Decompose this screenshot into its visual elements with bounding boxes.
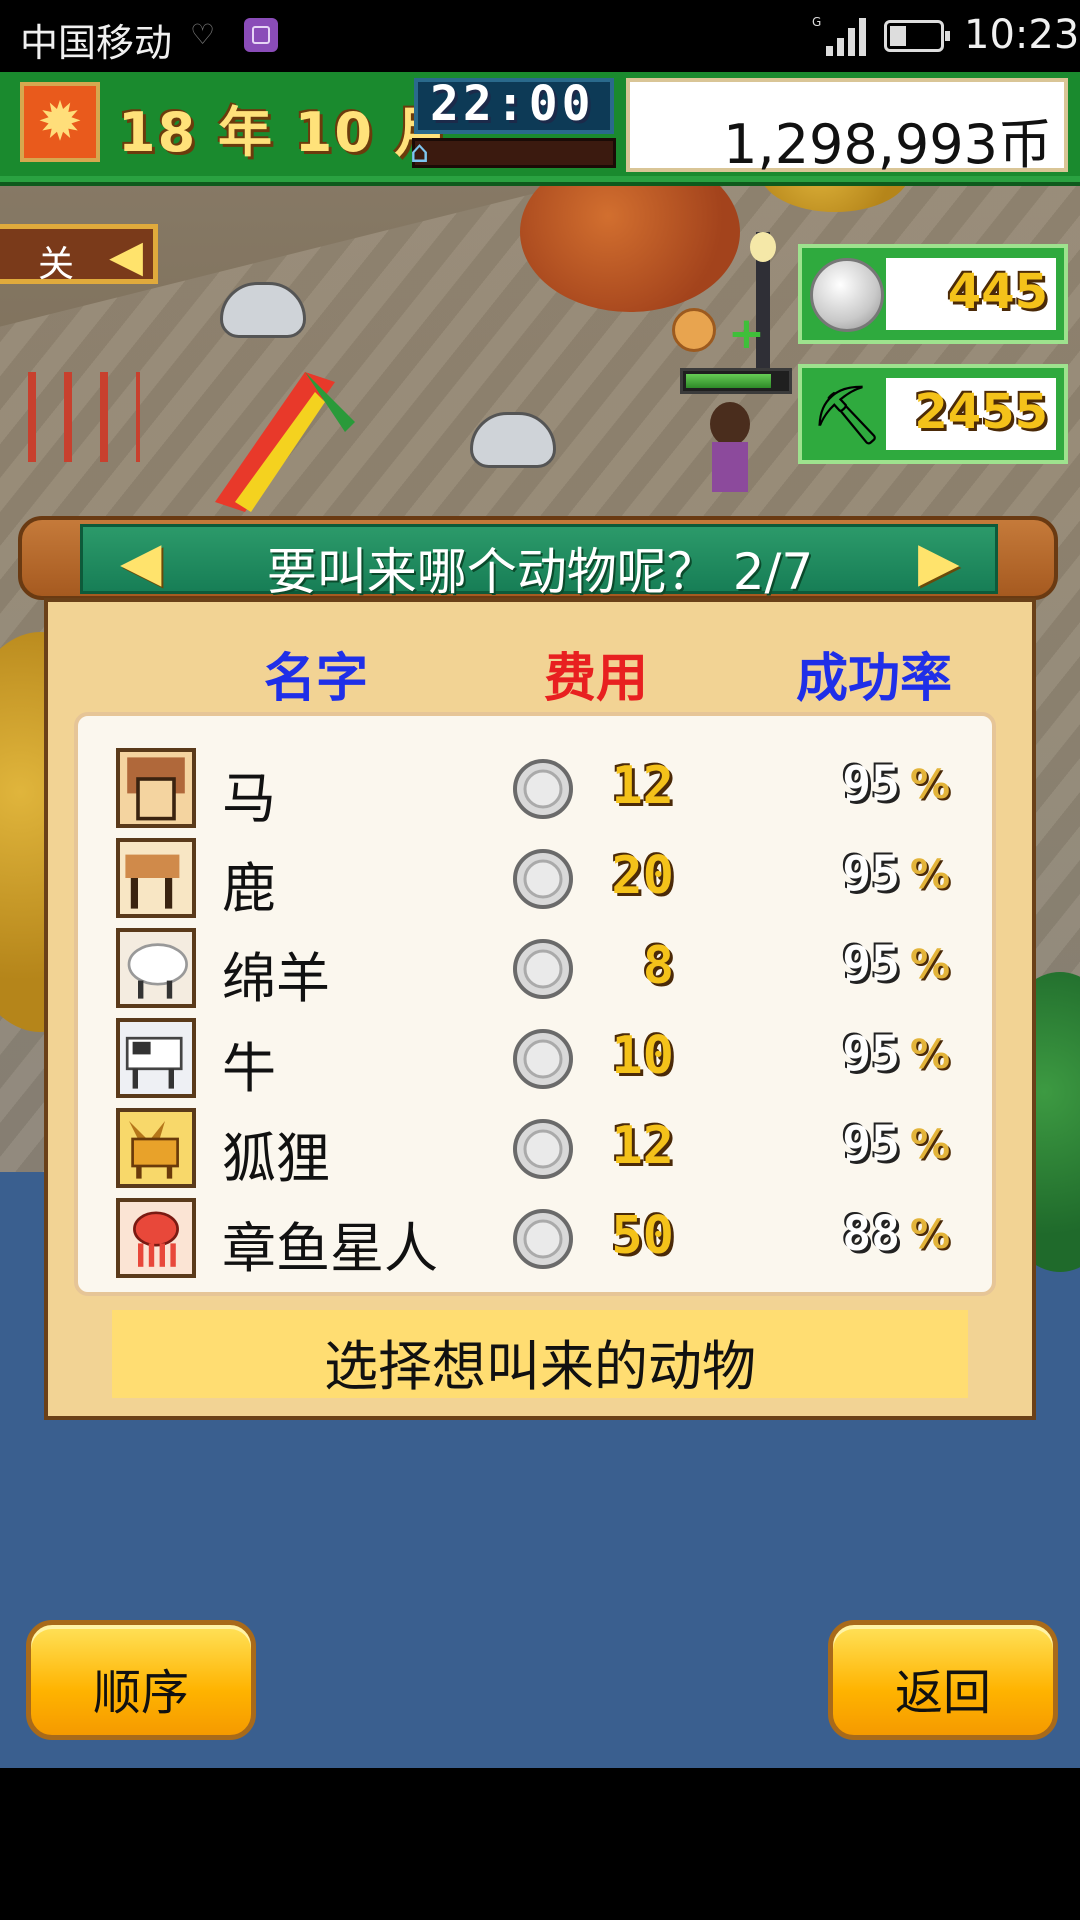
coin-icon — [513, 759, 573, 819]
carrier-name: 中国移动 — [20, 21, 173, 65]
spring-rider — [470, 412, 556, 468]
visitor-character[interactable] — [700, 402, 760, 502]
percent-sign: % — [910, 1212, 951, 1258]
toggle-panel-tab[interactable]: 关 ◀ — [0, 224, 158, 285]
back-button[interactable]: 返回 — [828, 1620, 1058, 1740]
column-header-name: 名字 — [264, 649, 369, 709]
success-rate: 95 — [842, 756, 900, 812]
list-item[interactable]: 章鱼星人 50 88 % — [0, 1198, 1080, 1280]
navigation-bar — [0, 1768, 1080, 1920]
status-time: 10:23 — [964, 12, 1080, 58]
percent-sign: % — [910, 762, 951, 808]
animal-cost: 12 — [611, 756, 674, 816]
deer-icon — [116, 838, 196, 918]
playground-slide — [215, 372, 355, 512]
list-item[interactable]: 狐狸 12 95 % — [0, 1108, 1080, 1190]
animal-name: 章鱼星人 — [222, 1217, 438, 1280]
column-header-cost: 费用 — [544, 649, 649, 709]
animal-name: 牛 — [222, 1037, 276, 1100]
list-item[interactable]: 绵羊 8 95 % — [0, 928, 1080, 1010]
animal-cost: 12 — [611, 1116, 674, 1176]
list-item[interactable]: 牛 10 95 % — [0, 1018, 1080, 1100]
octopus-alien-icon — [116, 1198, 196, 1278]
plus-icon: + — [728, 308, 765, 359]
heart-rate-icon: ♡ — [190, 18, 216, 51]
pickaxe-icon: ⛏ — [810, 381, 884, 449]
percent-sign: % — [910, 1122, 951, 1168]
coin-resource[interactable]: 445 — [798, 244, 1068, 344]
order-button-label: 顺序 — [92, 1665, 189, 1721]
arrow-left-icon: ◀ — [109, 231, 143, 282]
percent-sign: % — [910, 852, 951, 898]
success-rate: 95 — [842, 1116, 900, 1172]
hint-text: 选择想叫来的动物 — [324, 1335, 756, 1398]
animal-cost: 8 — [642, 936, 674, 996]
animal-name: 狐狸 — [222, 1127, 330, 1190]
cow-icon — [116, 1018, 196, 1098]
order-button[interactable]: 顺序 — [26, 1620, 256, 1740]
animal-name: 马 — [222, 767, 276, 830]
coin-icon — [513, 1209, 573, 1269]
signal-icon: G — [812, 15, 866, 56]
success-rate: 95 — [842, 1026, 900, 1082]
money-amount: 1,298,993币 — [723, 113, 1052, 176]
success-rate: 95 — [842, 846, 900, 902]
maple-leaf-icon: ✹ — [20, 82, 100, 162]
toggle-label: 关 — [38, 244, 75, 285]
animal-cost: 10 — [611, 1026, 674, 1086]
spring-rider — [220, 282, 306, 338]
happy-face-icon — [672, 308, 716, 352]
sheep-icon — [116, 928, 196, 1008]
coin-icon — [513, 849, 573, 909]
house-icon: ⌂ — [410, 135, 430, 170]
street-lamp — [750, 232, 776, 382]
animal-cost: 50 — [611, 1206, 674, 1266]
horse-icon — [116, 748, 196, 828]
fox-icon — [116, 1108, 196, 1188]
column-header-rate: 成功率 — [796, 649, 953, 709]
status-bar: 中国移动 ♡ G 10:23 — [0, 0, 1080, 72]
coin-icon — [513, 1029, 573, 1089]
list-item[interactable]: 马 12 95 % — [0, 748, 1080, 830]
coin-icon — [810, 258, 884, 332]
animal-name: 绵羊 — [222, 947, 330, 1010]
game-date: 18 年 10 月 — [118, 101, 451, 164]
material-count: 2455 — [914, 384, 1048, 440]
percent-sign: % — [910, 1032, 951, 1078]
coin-icon — [513, 939, 573, 999]
gallery-icon — [244, 18, 278, 52]
success-rate: 95 — [842, 936, 900, 992]
coin-count: 445 — [947, 264, 1048, 320]
coin-icon — [513, 1119, 573, 1179]
network-type: G — [812, 15, 821, 29]
percent-sign: % — [910, 942, 951, 988]
success-rate: 88 — [842, 1206, 900, 1262]
back-button-label: 返回 — [894, 1665, 991, 1721]
dialog-title: 要叫来哪个动物呢？ 2/7 — [266, 543, 814, 601]
game-clock: 22:00 — [430, 76, 595, 132]
fence — [0, 372, 140, 462]
battery-icon — [884, 20, 950, 52]
animal-name: 鹿 — [222, 857, 276, 920]
list-item[interactable]: 鹿 20 95 % — [0, 838, 1080, 920]
material-resource[interactable]: ⛏ 2455 — [798, 364, 1068, 464]
animal-cost: 20 — [611, 846, 674, 906]
visitor-gauge — [680, 368, 792, 394]
